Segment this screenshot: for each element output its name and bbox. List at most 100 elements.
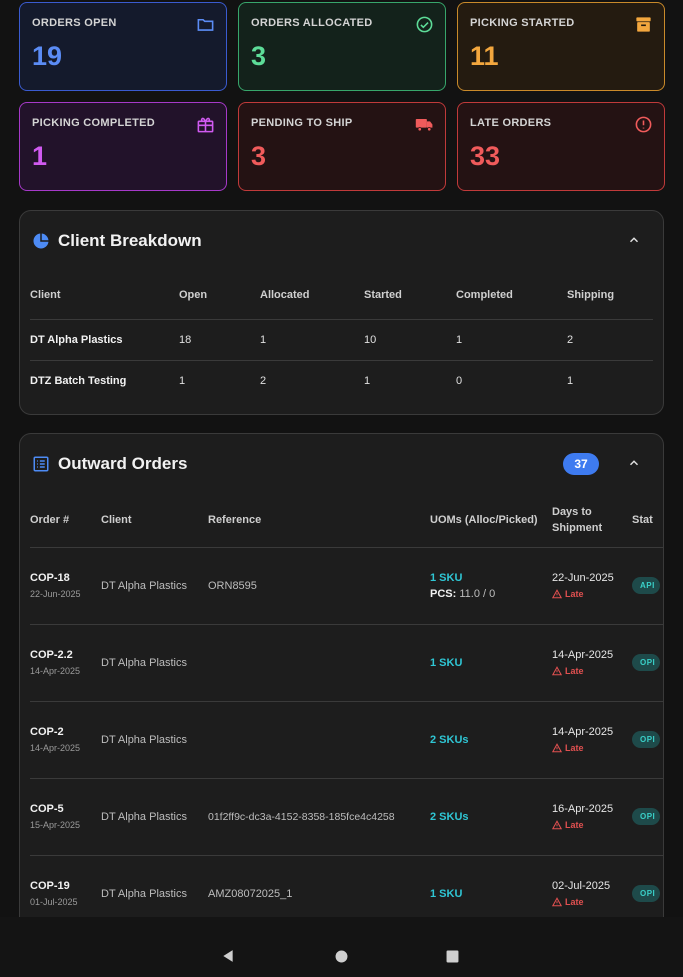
- column-header[interactable]: Allocated: [260, 271, 364, 319]
- pcs-label: PCS:: [430, 587, 457, 600]
- outward-orders-header[interactable]: Outward Orders 37: [20, 434, 663, 494]
- card-value: 1: [32, 141, 48, 171]
- table-header-row: Client Open Allocated Started Completed …: [30, 271, 653, 319]
- card-label: ORDERS OPEN: [32, 17, 117, 29]
- cell-client: DT Alpha Plastics: [30, 318, 179, 360]
- status-badge: OPI: [632, 731, 661, 748]
- column-header[interactable]: Client: [30, 271, 179, 319]
- cell-shipping: 2: [567, 318, 653, 360]
- check-circle-icon: [416, 16, 433, 33]
- card-pending-to-ship[interactable]: PENDING TO SHIP 3: [238, 102, 446, 191]
- sku-count: 1 SKU: [430, 571, 463, 584]
- days-line-2: Shipment: [552, 522, 603, 535]
- ship-date: 14-Apr-2025: [552, 726, 614, 738]
- warning-icon: [552, 820, 562, 830]
- cell-client: DTZ Batch Testing: [30, 359, 179, 401]
- late-label: Late: [565, 897, 584, 907]
- order-number[interactable]: COP-2.2: [30, 649, 101, 661]
- late-indicator: Late: [552, 743, 632, 753]
- column-header[interactable]: Shipping: [567, 271, 653, 319]
- late-label: Late: [565, 589, 584, 599]
- card-label: LATE ORDERS: [470, 117, 552, 129]
- ship-date: 14-Apr-2025: [552, 649, 614, 661]
- card-late-orders[interactable]: LATE ORDERS 33: [457, 102, 665, 191]
- status-badge: API: [632, 577, 660, 594]
- client-breakdown-header[interactable]: Client Breakdown: [20, 211, 663, 271]
- status-badge: OPI: [632, 885, 661, 902]
- table-row[interactable]: COP-2.2 14-Apr-2025 DT Alpha Plastics 1 S…: [30, 624, 663, 702]
- folder-icon: [197, 18, 214, 31]
- column-header-days[interactable]: Days to Shipment: [552, 494, 632, 548]
- column-header[interactable]: Completed: [456, 271, 567, 319]
- order-number[interactable]: COP-5: [30, 803, 101, 815]
- column-header-status[interactable]: Stat: [632, 494, 663, 548]
- pie-chart-icon: [33, 233, 49, 249]
- card-orders-open[interactable]: ORDERS OPEN 19: [19, 2, 227, 91]
- table-row[interactable]: COP-5 15-Apr-2025 DT Alpha Plastics 01f2f…: [30, 778, 663, 856]
- gift-icon: [197, 117, 214, 133]
- card-label: PENDING TO SHIP: [251, 117, 353, 129]
- ship-date: 16-Apr-2025: [552, 803, 614, 815]
- archive-icon: [636, 17, 651, 32]
- table-row[interactable]: DT Alpha Plastics 18 1 10 1 2: [30, 318, 653, 360]
- cell-client: DT Alpha Plastics: [101, 547, 208, 625]
- home-icon[interactable]: [335, 950, 348, 963]
- cell-completed: 1: [456, 318, 567, 360]
- warning-icon: [552, 743, 562, 753]
- card-picking-started[interactable]: PICKING STARTED 11: [457, 2, 665, 91]
- ship-date: 02-Jul-2025: [552, 880, 611, 892]
- card-picking-completed[interactable]: PICKING COMPLETED 1: [19, 102, 227, 191]
- warning-icon: [552, 897, 562, 907]
- cell-reference: [208, 701, 430, 779]
- recents-icon[interactable]: [446, 950, 459, 963]
- card-orders-allocated[interactable]: ORDERS ALLOCATED 3: [238, 2, 446, 91]
- table-row[interactable]: COP-2 14-Apr-2025 DT Alpha Plastics 2 SKU…: [30, 701, 663, 779]
- card-value: 33: [470, 141, 501, 171]
- back-icon[interactable]: [221, 949, 235, 963]
- cell-started: 10: [364, 318, 456, 360]
- late-label: Late: [565, 666, 584, 676]
- cell-client: DT Alpha Plastics: [101, 624, 208, 702]
- card-value: 11: [470, 41, 499, 71]
- order-date: 01-Jul-2025: [30, 897, 78, 907]
- order-number[interactable]: COP-2: [30, 726, 101, 738]
- ship-date: 22-Jun-2025: [552, 572, 614, 584]
- system-nav-bar: [0, 917, 683, 977]
- kpi-cards: ORDERS OPEN 19 ORDERS ALLOCATED 3 PICKIN…: [19, 2, 665, 191]
- pcs-line: PCS: 11.0 / 0: [430, 588, 552, 600]
- order-number[interactable]: COP-18: [30, 572, 101, 584]
- card-value: 3: [251, 141, 267, 171]
- cell-allocated: 2: [260, 359, 364, 401]
- cell-started: 1: [364, 359, 456, 401]
- client-breakdown-table: Client Open Allocated Started Completed …: [30, 271, 653, 401]
- sku-count: 2 SKUs: [430, 733, 469, 746]
- table-row[interactable]: DTZ Batch Testing 1 2 1 0 1: [30, 359, 653, 401]
- order-number[interactable]: COP-19: [30, 880, 101, 892]
- sku-count: 2 SKUs: [430, 810, 469, 823]
- column-header-reference[interactable]: Reference: [208, 494, 430, 548]
- cell-reference: ORN8595: [208, 547, 430, 625]
- status-badge: OPI: [632, 808, 661, 825]
- truck-icon: [415, 118, 433, 132]
- column-header-order[interactable]: Order #: [30, 494, 101, 548]
- card-label: ORDERS ALLOCATED: [251, 17, 373, 29]
- late-indicator: Late: [552, 897, 632, 907]
- column-header[interactable]: Open: [179, 271, 260, 319]
- panel-title: Outward Orders: [58, 454, 188, 473]
- card-label: PICKING STARTED: [470, 17, 575, 29]
- late-label: Late: [565, 820, 584, 830]
- chevron-up-icon[interactable]: [627, 233, 641, 247]
- column-header[interactable]: Started: [364, 271, 456, 319]
- column-header-uoms[interactable]: UOMs (Alloc/Picked): [430, 494, 552, 548]
- order-date: 22-Jun-2025: [30, 589, 81, 599]
- warning-icon: [552, 589, 562, 599]
- chevron-up-icon[interactable]: [627, 456, 641, 470]
- table-row[interactable]: COP-18 22-Jun-2025 DT Alpha Plastics ORN8…: [30, 547, 663, 625]
- table-header-row: Order # Client Reference UOMs (Alloc/Pic…: [30, 494, 663, 548]
- warning-icon: [552, 666, 562, 676]
- days-line-1: Days to: [552, 506, 592, 519]
- sku-count: 1 SKU: [430, 887, 463, 900]
- cell-shipping: 1: [567, 359, 653, 401]
- column-header-client[interactable]: Client: [101, 494, 208, 548]
- late-label: Late: [565, 743, 584, 753]
